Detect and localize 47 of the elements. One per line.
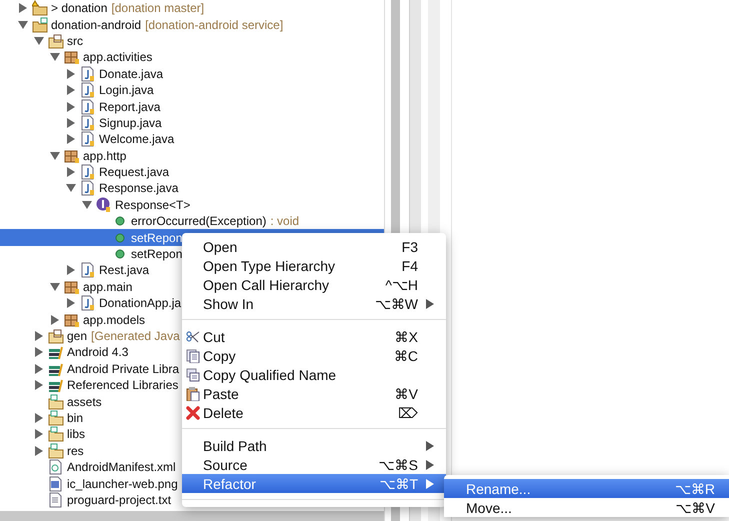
tree-item-label: Login.java (99, 83, 154, 98)
tree-item-label: setRepon (131, 230, 182, 245)
shortcut-label: ⌥⌘R (674, 480, 715, 496)
tree-item-label: bin (67, 410, 84, 425)
tree-item-label: Android Private Libra (67, 362, 180, 376)
shortcut-label: ⌥⌘T (379, 476, 418, 492)
tree-item-label: src (67, 34, 83, 48)
tree-item-label: Signup.java (99, 116, 162, 130)
tree-item-label: AndroidManifest.xml (67, 460, 176, 474)
tree-item-label: ic_launcher-web.png (67, 476, 178, 491)
tree-item-label: Donate.java (99, 66, 164, 81)
tree-item-label: > donation (51, 1, 108, 16)
tree-item-label: Request.java (99, 165, 170, 180)
tree-item-label: app.main (83, 280, 132, 294)
tree-item-label: proguard-project.txt (67, 492, 172, 507)
tree-item-label: app.activities (83, 50, 152, 64)
tree-item-decoration: [donation-android service] (145, 18, 284, 32)
tree-item-label: errorOccurred(Exception) (131, 214, 266, 228)
shortcut-label: ⌥⌘V (676, 500, 715, 516)
shortcut-label: ^⌥H (385, 276, 418, 292)
shortcut-label: ⌘V (394, 386, 418, 402)
tree-item-decoration: [Generated Java (91, 329, 180, 343)
tree-item-label: Welcome.java (99, 132, 174, 146)
tree-item-label: Report.java (99, 100, 160, 114)
tree-item-label: Android 4.3 (67, 345, 128, 360)
shortcut-label: ⌥⌘S (378, 456, 418, 472)
tree-item-label: gen (67, 329, 88, 343)
tree-item-label: Referenced Libraries (67, 378, 178, 392)
shortcut-label: F4 (402, 258, 418, 274)
tree-item-label: libs (67, 427, 86, 442)
tree-item-label: DonationApp.ja (99, 296, 182, 310)
shortcut-label: ⌘C (394, 348, 418, 364)
tree-item-decoration: [donation master] (111, 1, 204, 16)
tree-item-label: Response.java (99, 181, 178, 196)
shortcut-label: F3 (402, 238, 418, 254)
shortcut-label: ⌥⌘W (374, 296, 418, 312)
tree-item-label: res (67, 444, 84, 458)
shortcut-label: ⌦ (398, 404, 418, 420)
tree-item-label: app.models (83, 312, 146, 327)
tree-item-label: Response<T> (115, 198, 190, 212)
shortcut-label: ⌘X (394, 328, 418, 344)
tree-item-label: setRepon (131, 247, 182, 262)
tree-item-decoration: : void (270, 214, 300, 228)
tree-item-label: app.http (83, 148, 126, 163)
tree-item-label: Rest.java (99, 263, 150, 278)
tree-item-label: assets (67, 394, 102, 409)
tree-item-label: donation-android (51, 18, 142, 32)
